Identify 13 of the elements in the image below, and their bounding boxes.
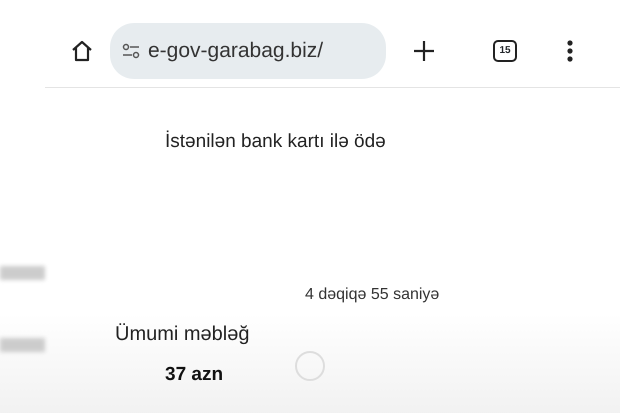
total-amount: 37 azn — [165, 362, 224, 386]
address-bar[interactable]: e-gov-garabag.biz/ — [110, 22, 386, 78]
countdown-timer: 4 dəqiqə 55 saniyə — [305, 284, 440, 304]
blurred-edge-bar — [0, 266, 45, 280]
new-tab-icon[interactable] — [413, 40, 435, 62]
blurred-edge-bar — [0, 338, 45, 352]
tab-switcher-button[interactable]: 15 — [493, 40, 517, 62]
total-label: Ümumi məbləğ — [115, 322, 250, 346]
touch-indicator-icon — [294, 350, 326, 382]
menu-icon[interactable] — [567, 40, 573, 62]
site-settings-icon[interactable] — [122, 42, 140, 58]
home-icon[interactable] — [70, 38, 94, 62]
payment-heading: İstənilən bank kartı ilə ödə — [165, 130, 386, 154]
